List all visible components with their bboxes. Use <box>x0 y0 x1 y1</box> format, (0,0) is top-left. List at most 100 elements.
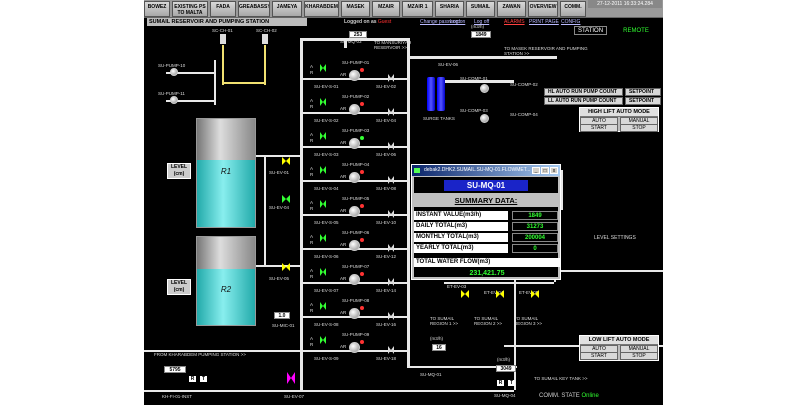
reservoir-r2[interactable]: R2 <box>196 236 256 326</box>
pump-4-evs-label: SU-EV-S-04 <box>314 186 339 191</box>
sc-connector-pipe <box>222 82 266 84</box>
pump-9-outlet-valve-icon[interactable] <box>388 346 394 354</box>
maximize-button[interactable]: □ <box>541 167 549 174</box>
pump-3-icon[interactable] <box>349 138 360 149</box>
mq01-flow-value[interactable]: 1849 <box>471 31 491 38</box>
pump-4-status-dot <box>360 170 364 174</box>
nav-button-bowez[interactable]: BOWEZ <box>144 1 170 17</box>
pump-1-inlet-valve-icon[interactable] <box>320 64 326 72</box>
r1-level-button[interactable]: LEVEL (cm) <box>167 163 191 179</box>
hl-start-button[interactable]: START <box>580 124 618 132</box>
pump-2-ev2-label: SU-EV-04 <box>376 118 397 123</box>
hl-setpoint-button[interactable]: SETPOINT <box>625 88 661 96</box>
station-label: STATION <box>574 26 607 35</box>
pump-8-inlet-valve-icon[interactable] <box>320 302 326 310</box>
nav-button-overview[interactable]: OVERVIEW <box>528 1 558 17</box>
pump-9-ar-label: AR <box>340 344 347 349</box>
pump-6-icon[interactable] <box>349 240 360 251</box>
station-title: SUMAIL RESERVOIR AND PUMPING STATION <box>147 18 307 26</box>
region2-label: TO SUMAIL REGION 2 >> <box>474 316 503 326</box>
pump-3-inlet-valve-icon[interactable] <box>320 132 326 140</box>
nav-button-jameya[interactable]: JAMEYA <box>272 1 302 17</box>
pump-2-outlet-valve-icon[interactable] <box>388 108 394 116</box>
hl-stop-button[interactable]: STOP <box>620 124 658 132</box>
nav-button-sumail[interactable]: SUMAIL <box>466 1 495 17</box>
to-masek-label: TO MASEK RESERVOIR AND PUMPING STATION >… <box>504 46 588 56</box>
pump-4-icon[interactable] <box>349 172 360 183</box>
minimize-button[interactable]: _ <box>532 167 540 174</box>
ll-stop-button[interactable]: STOP <box>620 352 658 360</box>
ev07-valve-icon[interactable] <box>287 372 295 384</box>
nav-button-sharia[interactable]: SHARIA <box>435 1 464 17</box>
pump-3-status-dot <box>360 136 364 140</box>
pump11-label: SU-PUMP-11 <box>158 91 185 96</box>
pump-5-icon[interactable] <box>349 206 360 217</box>
flowmeter-popup-window[interactable]: debak2.DHK2.SUMAIL.SU-MQ-01.FLOWMET... _… <box>411 164 561 280</box>
pump-9-icon[interactable] <box>349 342 360 353</box>
mq04-flow-value: 3049 <box>496 365 516 372</box>
log-on-link[interactable]: Log on <box>450 18 465 26</box>
nav-button-greabassy[interactable]: GREABASSY <box>238 1 270 17</box>
ev04-valve-icon[interactable] <box>282 195 290 203</box>
mic01-label: SU-MIC-01 <box>272 323 295 328</box>
ll-auto-run-label: LL AUTO RUN PUMP COUNT <box>544 97 623 105</box>
pump-6-outlet-valve-icon[interactable] <box>388 244 394 252</box>
pump-9-r-indicator: R <box>310 342 314 347</box>
comp03-icon[interactable] <box>480 114 489 123</box>
ev05-valve-icon[interactable] <box>282 263 290 271</box>
mq04-unit: (m3/h) <box>497 357 511 362</box>
etev05-valve-icon[interactable] <box>531 290 539 298</box>
pump-1-icon[interactable] <box>349 70 360 81</box>
popup-titlebar[interactable]: debak2.DHK2.SUMAIL.SU-MQ-01.FLOWMET... _… <box>412 165 560 176</box>
pump-8-icon[interactable] <box>349 308 360 319</box>
surge-tank-1 <box>427 77 435 111</box>
level-settings-link[interactable]: LEVEL SETTINGS <box>594 235 636 241</box>
pump-2-inlet-valve-icon[interactable] <box>320 98 326 106</box>
etev04-valve-icon[interactable] <box>496 290 504 298</box>
pump-9-inlet-valve-icon[interactable] <box>320 336 326 344</box>
high-lift-panel: HIGH LIFT AUTO MODE AUTO MANUAL START ST… <box>579 107 659 132</box>
nav-button-masek[interactable]: MASEK <box>341 1 370 17</box>
pump-1-outlet-valve-icon[interactable] <box>388 74 394 82</box>
pump-5-name-label: SU-PUMP-05 <box>342 196 370 201</box>
mq04-label: SU-MQ-04 <box>494 393 516 398</box>
nav-button-comm-[interactable]: COMM. <box>560 1 586 17</box>
close-button[interactable]: x <box>550 167 558 174</box>
pump-2-icon[interactable] <box>349 104 360 115</box>
nav-button-mzair-1[interactable]: MZAIR 1 <box>402 1 433 17</box>
comp01-icon[interactable] <box>480 84 489 93</box>
pump-1-ev2-label: SU-EV-02 <box>376 84 397 89</box>
nav-button-existing-ps-to-malta[interactable]: EXISTING PS TO MALTA <box>172 1 208 17</box>
pump10-icon[interactable] <box>170 68 178 76</box>
pump-6-inlet-valve-icon[interactable] <box>320 234 326 242</box>
ev01-valve-icon[interactable] <box>282 157 290 165</box>
etev03-valve-icon[interactable] <box>461 290 469 298</box>
reservoir-r1[interactable]: R1 <box>196 118 256 228</box>
alarms-link[interactable]: ALARMS <box>504 18 525 26</box>
pump-4-outlet-valve-icon[interactable] <box>388 176 394 184</box>
nav-button-mzair[interactable]: MZAIR <box>372 1 400 17</box>
pump-5-inlet-valve-icon[interactable] <box>320 200 326 208</box>
pump-5-outlet-valve-icon[interactable] <box>388 210 394 218</box>
ll-start-button[interactable]: START <box>580 352 618 360</box>
pump11-icon[interactable] <box>170 96 178 104</box>
pump-3-ar-label: AR <box>340 140 347 145</box>
to-key-tank-label: TO SUMAIL KEY TANK >> <box>534 376 588 381</box>
pump-3-outlet-valve-icon[interactable] <box>388 142 394 150</box>
pump-7-icon[interactable] <box>349 274 360 285</box>
pump-7-outlet-valve-icon[interactable] <box>388 278 394 286</box>
r2-level-button[interactable]: LEVEL (cm) <box>167 279 191 295</box>
r2-level-unit: (cm) <box>173 287 185 293</box>
nav-button-kharabdem[interactable]: KHARABDEM <box>304 1 339 17</box>
pump-4-inlet-valve-icon[interactable] <box>320 166 326 174</box>
pump-8-outlet-valve-icon[interactable] <box>388 312 394 320</box>
datetime-display: 27-12-2011 16:33:24.284 <box>588 0 662 8</box>
nav-button-zawan[interactable]: ZAWAN <box>497 1 526 17</box>
mq01-unit-label: (m3/h) <box>471 24 485 29</box>
nav-button-fada[interactable]: FADA <box>210 1 236 17</box>
pump-7-inlet-valve-icon[interactable] <box>320 268 326 276</box>
ll-setpoint-button[interactable]: SETPOINT <box>625 97 661 105</box>
pump-2-ar-label: AR <box>340 106 347 111</box>
print-page-link[interactable]: PRINT PAGE <box>529 18 559 26</box>
config-link[interactable]: CONFIG <box>561 18 580 26</box>
